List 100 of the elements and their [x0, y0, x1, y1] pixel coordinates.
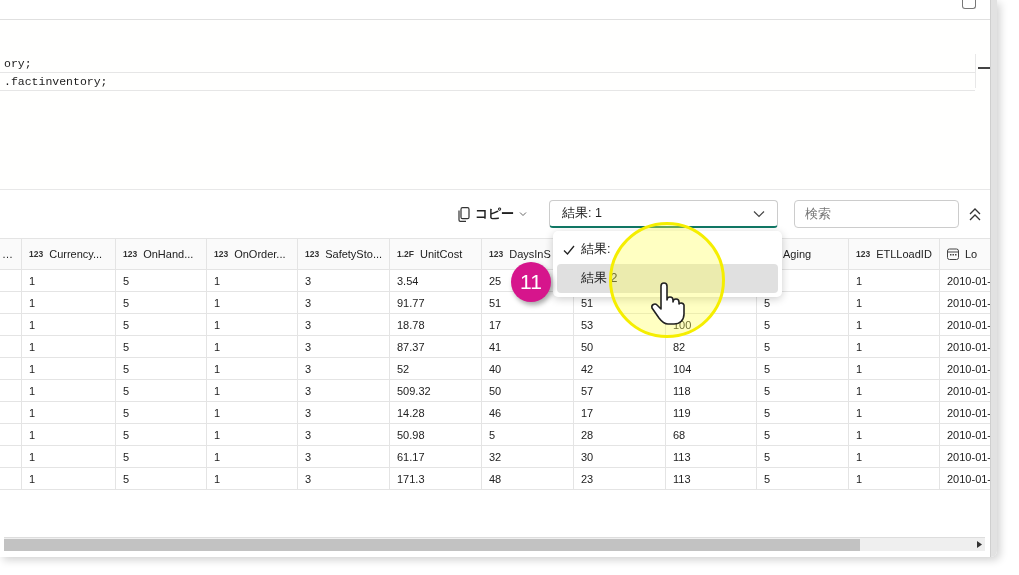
panel-icon[interactable]: [962, 0, 976, 9]
minimap-marker: [978, 67, 990, 69]
type-label: 123: [305, 249, 320, 259]
code-line: .factinventory;: [0, 72, 975, 91]
table-cell: 1: [214, 362, 221, 375]
table-cell: 1: [214, 428, 221, 441]
table-cell: 2010-01-: [947, 450, 990, 463]
table-cell: 5: [764, 406, 771, 419]
copy-button[interactable]: コピー: [456, 203, 529, 225]
table-cell: 1: [856, 428, 863, 441]
column-header[interactable]: SafetySto...: [325, 248, 383, 260]
table-cell: 1: [214, 472, 221, 485]
table-cell: 68: [673, 428, 686, 441]
menu-item[interactable]: 結果:: [557, 235, 778, 264]
table-cell: 1: [29, 406, 36, 419]
table-cell: 1: [29, 340, 36, 353]
table-cell: 1: [856, 296, 863, 309]
table-cell: 61.17: [397, 450, 425, 463]
table-cell: 1: [214, 318, 221, 331]
column-header[interactable]: OnHand...: [143, 248, 194, 260]
calendar-icon: [947, 248, 959, 260]
table-cell: 5: [764, 296, 771, 309]
scroll-right-icon[interactable]: [977, 541, 982, 548]
code-line: ory;: [3, 56, 33, 72]
horizontal-scrollbar[interactable]: [4, 537, 985, 551]
table-cell: 2010-01-: [947, 318, 990, 331]
column-header[interactable]: Lo: [965, 248, 978, 260]
table-cell: 2010-01-: [947, 384, 990, 397]
table-cell: 5: [123, 384, 130, 397]
table-cell: 2010-01-: [947, 472, 990, 485]
result-dropdown[interactable]: 結果: 1: [549, 200, 778, 228]
vertical-scrollbar[interactable]: [990, 0, 997, 557]
table-cell: 1: [856, 450, 863, 463]
search-field[interactable]: 検索: [794, 200, 959, 228]
table-cell: 1: [214, 340, 221, 353]
table-cell: 46: [489, 406, 502, 419]
table-cell: 82: [673, 340, 686, 353]
table-cell: 50: [581, 340, 594, 353]
table-cell: 14.28: [397, 406, 425, 419]
menu-item[interactable]: 結果 2: [557, 264, 778, 293]
table-cell: 104: [673, 362, 692, 375]
table-cell: 5: [764, 318, 771, 331]
column-header[interactable]: UnitCost: [420, 248, 463, 260]
table-cell: 3: [305, 296, 312, 309]
column-header[interactable]: …: [2, 248, 13, 260]
column-header[interactable]: Aging: [783, 248, 812, 260]
table-cell: 1: [856, 274, 863, 287]
type-label: 123: [856, 249, 871, 259]
table-cell: 5: [764, 384, 771, 397]
table-cell: 1: [29, 472, 36, 485]
table-cell: 1: [214, 450, 221, 463]
table-cell: 3: [305, 450, 312, 463]
column-header[interactable]: DaysInS: [509, 248, 551, 260]
table-cell: 51: [489, 296, 502, 309]
table-cell: 171.3: [397, 472, 425, 485]
column-header[interactable]: ETLLoadID: [876, 248, 932, 260]
table-cell: 52: [397, 362, 410, 375]
table-cell: 5: [489, 428, 496, 441]
table-cell: 1: [29, 450, 36, 463]
type-label: 123: [489, 249, 504, 259]
table-cell: 113: [673, 450, 691, 463]
table-cell: 51: [581, 296, 594, 309]
table-cell: 2010-01-: [947, 406, 990, 419]
table-cell: 5: [123, 472, 130, 485]
table-cell: 3: [305, 384, 312, 397]
column-header[interactable]: Currency...: [49, 248, 103, 260]
table-cell: 1: [214, 296, 221, 309]
table-cell: 1: [856, 472, 863, 485]
column-header[interactable]: OnOrder...: [234, 248, 286, 260]
table-cell: 1: [29, 428, 36, 441]
table-cell: 5: [123, 274, 130, 287]
table-cell: 53: [581, 318, 594, 331]
table-cell: 30: [581, 450, 594, 463]
table-cell: 50.98: [397, 428, 425, 441]
table-cell: 25: [489, 274, 502, 287]
table-cell: 1: [856, 340, 863, 353]
step-badge: 11: [511, 262, 551, 302]
table-cell: 1: [29, 384, 36, 397]
table-cell: 5: [123, 296, 130, 309]
table-cell: 17: [489, 318, 502, 331]
table-cell: 57: [581, 384, 594, 397]
table-cell: 1: [214, 274, 221, 287]
table-cell: 2010-01-: [947, 362, 990, 375]
table-cell: 3.54: [397, 274, 419, 287]
table-cell: 48: [489, 472, 502, 485]
table-cell: 5: [123, 428, 130, 441]
table-cell: 40: [489, 362, 502, 375]
table-cell: 1: [856, 406, 863, 419]
type-label: 123: [123, 249, 138, 259]
table-cell: 3: [305, 318, 312, 331]
check-icon: [563, 243, 575, 256]
table-cell: 87.37: [397, 340, 425, 353]
table-cell: 3: [305, 340, 312, 353]
table-cell: 5: [123, 450, 130, 463]
table-cell: 3: [305, 428, 312, 441]
table-cell: 1: [214, 384, 221, 397]
table-cell: 3: [305, 406, 312, 419]
table-cell: 2010-01-: [947, 274, 990, 287]
table-cell: 1: [856, 318, 863, 331]
table-cell: 119: [673, 406, 691, 419]
